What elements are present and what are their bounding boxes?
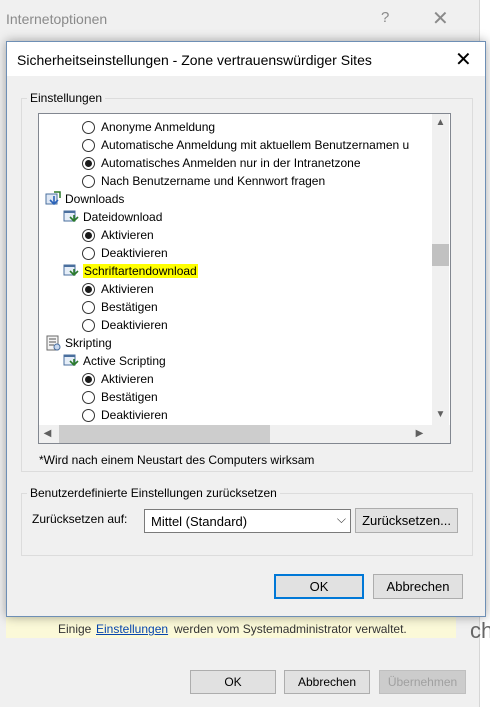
scroll-right-icon[interactable]: ▶ — [411, 425, 428, 442]
scroll-down-icon[interactable]: ▼ — [432, 406, 449, 423]
category-row: Skripting — [45, 334, 112, 352]
notice-suffix: werden vom Systemadministrator verwaltet… — [174, 622, 407, 636]
scroll-up-icon[interactable]: ▲ — [432, 114, 449, 131]
radio-checked[interactable] — [82, 282, 95, 296]
option-row[interactable]: Aktivieren — [82, 370, 154, 388]
radio-unchecked[interactable] — [82, 120, 95, 134]
option-label: Automatische Anmeldung mit aktuellem Ben… — [101, 138, 410, 152]
bg-help-button[interactable]: ? — [381, 9, 389, 26]
dialog-titlebar: Sicherheitseinstellungen - Zone vertraue… — [7, 42, 485, 76]
downloads-category-icon — [45, 191, 65, 207]
option-label: Automatisches Anmelden nur in der Intran… — [101, 156, 361, 170]
category-label: Downloads — [65, 192, 125, 206]
radio-checked[interactable] — [82, 372, 95, 386]
option-label: Aktivieren — [101, 372, 154, 386]
horizontal-scrollbar[interactable]: ◀ ▶ — [39, 425, 432, 443]
option-label: Nach Benutzername und Kennwort fragen — [101, 174, 326, 188]
radio-unchecked[interactable] — [82, 138, 95, 152]
option-label: Aktivieren — [101, 228, 154, 242]
radio-unchecked[interactable] — [82, 300, 95, 314]
close-icon[interactable]: ✕ — [455, 47, 472, 72]
option-row[interactable]: Anonyme Anmeldung — [82, 118, 215, 136]
category-row: Downloads — [45, 190, 124, 208]
option-row[interactable]: Deaktivieren — [82, 316, 168, 334]
reset-to-label: Zurücksetzen auf: — [32, 512, 128, 526]
setting-icon — [63, 263, 83, 279]
setting-icon — [63, 353, 83, 369]
option-label: Anonyme Anmeldung — [101, 120, 216, 134]
radio-unchecked[interactable] — [82, 246, 95, 260]
restart-footnote: *Wird nach einem Neustart des Computers … — [39, 453, 315, 467]
scroll-corner — [432, 425, 450, 443]
reset-level-value: Mittel (Standard) — [151, 514, 248, 529]
setting-label: Schriftartendownload — [83, 264, 198, 278]
bg-close-icon[interactable]: ✕ — [432, 6, 449, 31]
option-label: Bestätigen — [101, 300, 158, 314]
settings-group-label: Einstellungen — [27, 91, 106, 105]
bg-window-title: Internetoptionen — [6, 11, 108, 27]
option-label: Deaktivieren — [101, 408, 168, 422]
scripting-category-icon — [45, 335, 65, 351]
reset-group-label: Benutzerdefinierte Einstellungen zurücks… — [27, 486, 280, 500]
option-label: Deaktivieren — [101, 246, 168, 260]
bg-ok-button[interactable]: OK — [190, 670, 276, 694]
reset-button[interactable]: Zurücksetzen... — [355, 508, 458, 533]
option-row[interactable]: Deaktivieren — [82, 244, 168, 262]
setting-icon — [63, 209, 83, 225]
option-label: Bestätigen — [101, 390, 158, 404]
horizontal-scroll-thumb[interactable] — [59, 425, 270, 443]
notice-settings-link[interactable]: Einstellungen — [96, 622, 168, 636]
setting-row: Dateidownload — [63, 208, 162, 226]
notice-prefix: Einige — [58, 622, 92, 636]
option-row[interactable]: Aktivieren — [82, 280, 154, 298]
bg-edge-text: ch — [470, 618, 490, 643]
vertical-scroll-thumb[interactable] — [432, 244, 449, 266]
radio-checked[interactable] — [82, 156, 95, 170]
option-label: Aktivieren — [101, 282, 154, 296]
reset-level-select[interactable]: Mittel (Standard) ⌵ — [144, 509, 351, 533]
bg-apply-button[interactable]: Übernehmen — [379, 670, 466, 694]
option-label: Deaktivieren — [101, 318, 168, 332]
radio-unchecked[interactable] — [82, 174, 95, 188]
option-row[interactable]: Automatisches Anmelden nur in der Intran… — [82, 154, 361, 172]
radio-unchecked[interactable] — [82, 390, 95, 404]
cancel-button[interactable]: Abbrechen — [373, 574, 463, 599]
ok-button[interactable]: OK — [274, 574, 364, 599]
option-row[interactable]: Automatische Anmeldung mit aktuellem Ben… — [82, 136, 409, 154]
option-row[interactable]: Bestätigen — [82, 298, 158, 316]
vertical-scrollbar[interactable]: ▲ ▼ — [432, 114, 449, 425]
setting-label: Dateidownload — [83, 210, 163, 224]
bg-cancel-button[interactable]: Abbrechen — [284, 670, 370, 694]
option-row[interactable]: Nach Benutzername und Kennwort fragen — [82, 172, 325, 190]
scroll-left-icon[interactable]: ◀ — [39, 425, 56, 442]
setting-row: Active Scripting — [63, 352, 166, 370]
chevron-down-icon: ⌵ — [336, 512, 346, 526]
category-label: Skripting — [65, 336, 112, 350]
option-row[interactable]: Aktivieren — [82, 226, 154, 244]
option-row[interactable]: Deaktivieren — [82, 406, 168, 424]
radio-checked[interactable] — [82, 228, 95, 242]
option-row[interactable]: Bestätigen — [82, 388, 158, 406]
settings-tree[interactable]: Anonyme Anmeldung Automatische Anmeldung … — [38, 113, 451, 444]
setting-label: Active Scripting — [83, 354, 166, 368]
setting-row: Schriftartendownload — [63, 262, 198, 280]
radio-unchecked[interactable] — [82, 408, 95, 422]
dialog-title: Sicherheitseinstellungen - Zone vertraue… — [17, 52, 372, 68]
radio-unchecked[interactable] — [82, 318, 95, 332]
